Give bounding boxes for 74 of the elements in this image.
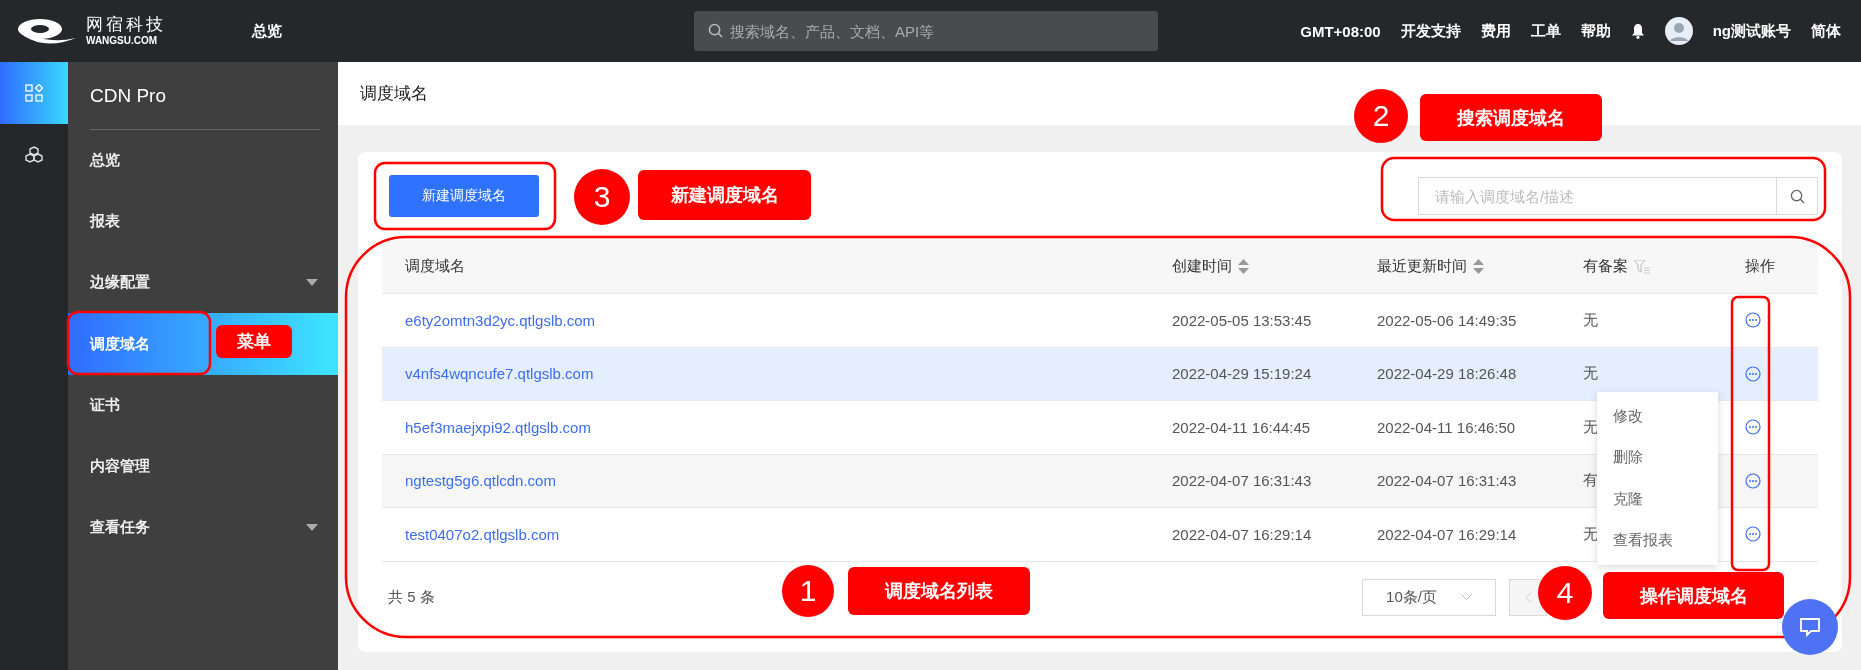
sort-icon[interactable] bbox=[1473, 259, 1484, 274]
table-cell: 2022-05-06 14:49:35 bbox=[1377, 311, 1517, 329]
chevron-down-icon bbox=[1460, 594, 1472, 601]
menu-item[interactable]: 查看报表 bbox=[1597, 530, 1718, 550]
sidebar-item[interactable]: 报表 bbox=[68, 191, 338, 252]
search-icon bbox=[1789, 188, 1805, 204]
more-icon[interactable] bbox=[1745, 419, 1761, 436]
column-header: 操作 bbox=[1745, 257, 1775, 276]
table-cell: 2022-04-07 16:29:14 bbox=[1377, 525, 1517, 543]
avatar[interactable] bbox=[1664, 17, 1693, 45]
annotation-label: 调度域名列表 bbox=[848, 567, 1030, 615]
sidebar-item[interactable]: 内容管理 bbox=[68, 436, 338, 497]
page-title: 调度域名 bbox=[360, 83, 428, 105]
language-link[interactable]: 简体 bbox=[1811, 21, 1841, 41]
table-cell: 2022-04-07 16:31:43 bbox=[1377, 472, 1517, 490]
search-field[interactable]: 搜索域名、产品、文档、API等 bbox=[694, 11, 1158, 51]
table-cell: 有 bbox=[1583, 471, 1598, 491]
annotation-label: 新建调度域名 bbox=[638, 170, 811, 220]
sidebar-item[interactable]: 查看任务 bbox=[68, 497, 338, 558]
more-icon[interactable] bbox=[1745, 312, 1761, 329]
table-cell: 无 bbox=[1583, 417, 1598, 437]
table-cell: 2022-04-07 16:31:43 bbox=[1172, 472, 1312, 490]
logo-subtext: WANGSU.COM bbox=[86, 36, 159, 46]
header-link[interactable]: 费用 bbox=[1480, 21, 1511, 41]
cubes-icon bbox=[24, 146, 44, 164]
menu-item[interactable]: 修改 bbox=[1597, 407, 1718, 427]
logo-text: 网宿科技 bbox=[86, 16, 166, 33]
sidebar-title: CDN Pro bbox=[90, 62, 320, 130]
search-field[interactable]: 请输入调度域名/描述 bbox=[1418, 177, 1818, 215]
sidebar-item[interactable]: 总览 bbox=[68, 130, 338, 191]
domain-link[interactable]: v4nfs4wqncufe7.qtlgslb.com bbox=[405, 365, 594, 383]
chat-icon bbox=[1799, 617, 1821, 637]
more-icon[interactable] bbox=[1745, 365, 1761, 382]
table-cell: 2022-04-29 18:26:48 bbox=[1377, 365, 1517, 383]
table-cell: 2022-05-05 13:53:45 bbox=[1172, 311, 1312, 329]
table-cell: 2022-04-07 16:29:14 bbox=[1172, 525, 1312, 543]
domain-link[interactable]: ngtestg5g6.qtlcdn.com bbox=[405, 472, 556, 490]
grid-icon bbox=[25, 84, 43, 102]
column-header: 最近更新时间 bbox=[1377, 257, 1467, 276]
annotation-label: 操作调度域名 bbox=[1603, 572, 1784, 619]
table-cell: 2022-04-29 15:19:24 bbox=[1172, 365, 1312, 383]
header-link[interactable]: 开发支持 bbox=[1400, 21, 1461, 41]
rail-item[interactable] bbox=[0, 62, 68, 124]
logo-icon bbox=[16, 16, 78, 46]
header-link[interactable]: 工单 bbox=[1530, 21, 1561, 41]
menu-item[interactable]: 克隆 bbox=[1597, 489, 1718, 509]
annotation-label: 菜单 bbox=[216, 325, 292, 358]
column-header: 调度域名 bbox=[405, 257, 465, 276]
sidebar-item[interactable]: 边缘配置 bbox=[68, 252, 338, 313]
menu-item[interactable]: 删除 bbox=[1597, 448, 1718, 468]
table-cell: 无 bbox=[1583, 524, 1598, 544]
new-domain-button[interactable]: 新建调度域名 bbox=[389, 175, 539, 217]
sort-icon[interactable] bbox=[1238, 259, 1249, 274]
table-cell: 无 bbox=[1583, 310, 1598, 330]
column-header: 有备案 bbox=[1583, 257, 1628, 276]
account-name[interactable]: ng测试账号 bbox=[1712, 21, 1791, 41]
bell-icon[interactable] bbox=[1630, 23, 1645, 39]
nav-link[interactable]: 总览 bbox=[252, 21, 282, 41]
table-cell: 无 bbox=[1583, 364, 1598, 384]
column-header: 创建时间 bbox=[1172, 257, 1232, 276]
domain-link[interactable]: test0407o2.qtlgslb.com bbox=[405, 525, 560, 543]
total-count: 共 5 条 bbox=[388, 588, 435, 607]
more-icon[interactable] bbox=[1745, 526, 1761, 543]
page-size-select[interactable]: 10条/页 bbox=[1362, 579, 1496, 616]
more-icon[interactable] bbox=[1745, 472, 1761, 489]
header-link[interactable]: GMT+08:00 bbox=[1300, 22, 1381, 40]
table-cell: 2022-04-11 16:46:50 bbox=[1377, 418, 1516, 436]
annotation-label: 搜索调度域名 bbox=[1420, 94, 1602, 141]
table-cell: 2022-04-11 16:44:45 bbox=[1172, 418, 1311, 436]
domain-link[interactable]: e6ty2omtn3d2yc.qtlgslb.com bbox=[405, 311, 596, 329]
sidebar-item[interactable]: 证书 bbox=[68, 375, 338, 436]
search-icon bbox=[708, 23, 723, 38]
header-link[interactable]: 帮助 bbox=[1580, 21, 1611, 41]
domain-link[interactable]: h5ef3maejxpi92.qtlgslb.com bbox=[405, 418, 591, 436]
